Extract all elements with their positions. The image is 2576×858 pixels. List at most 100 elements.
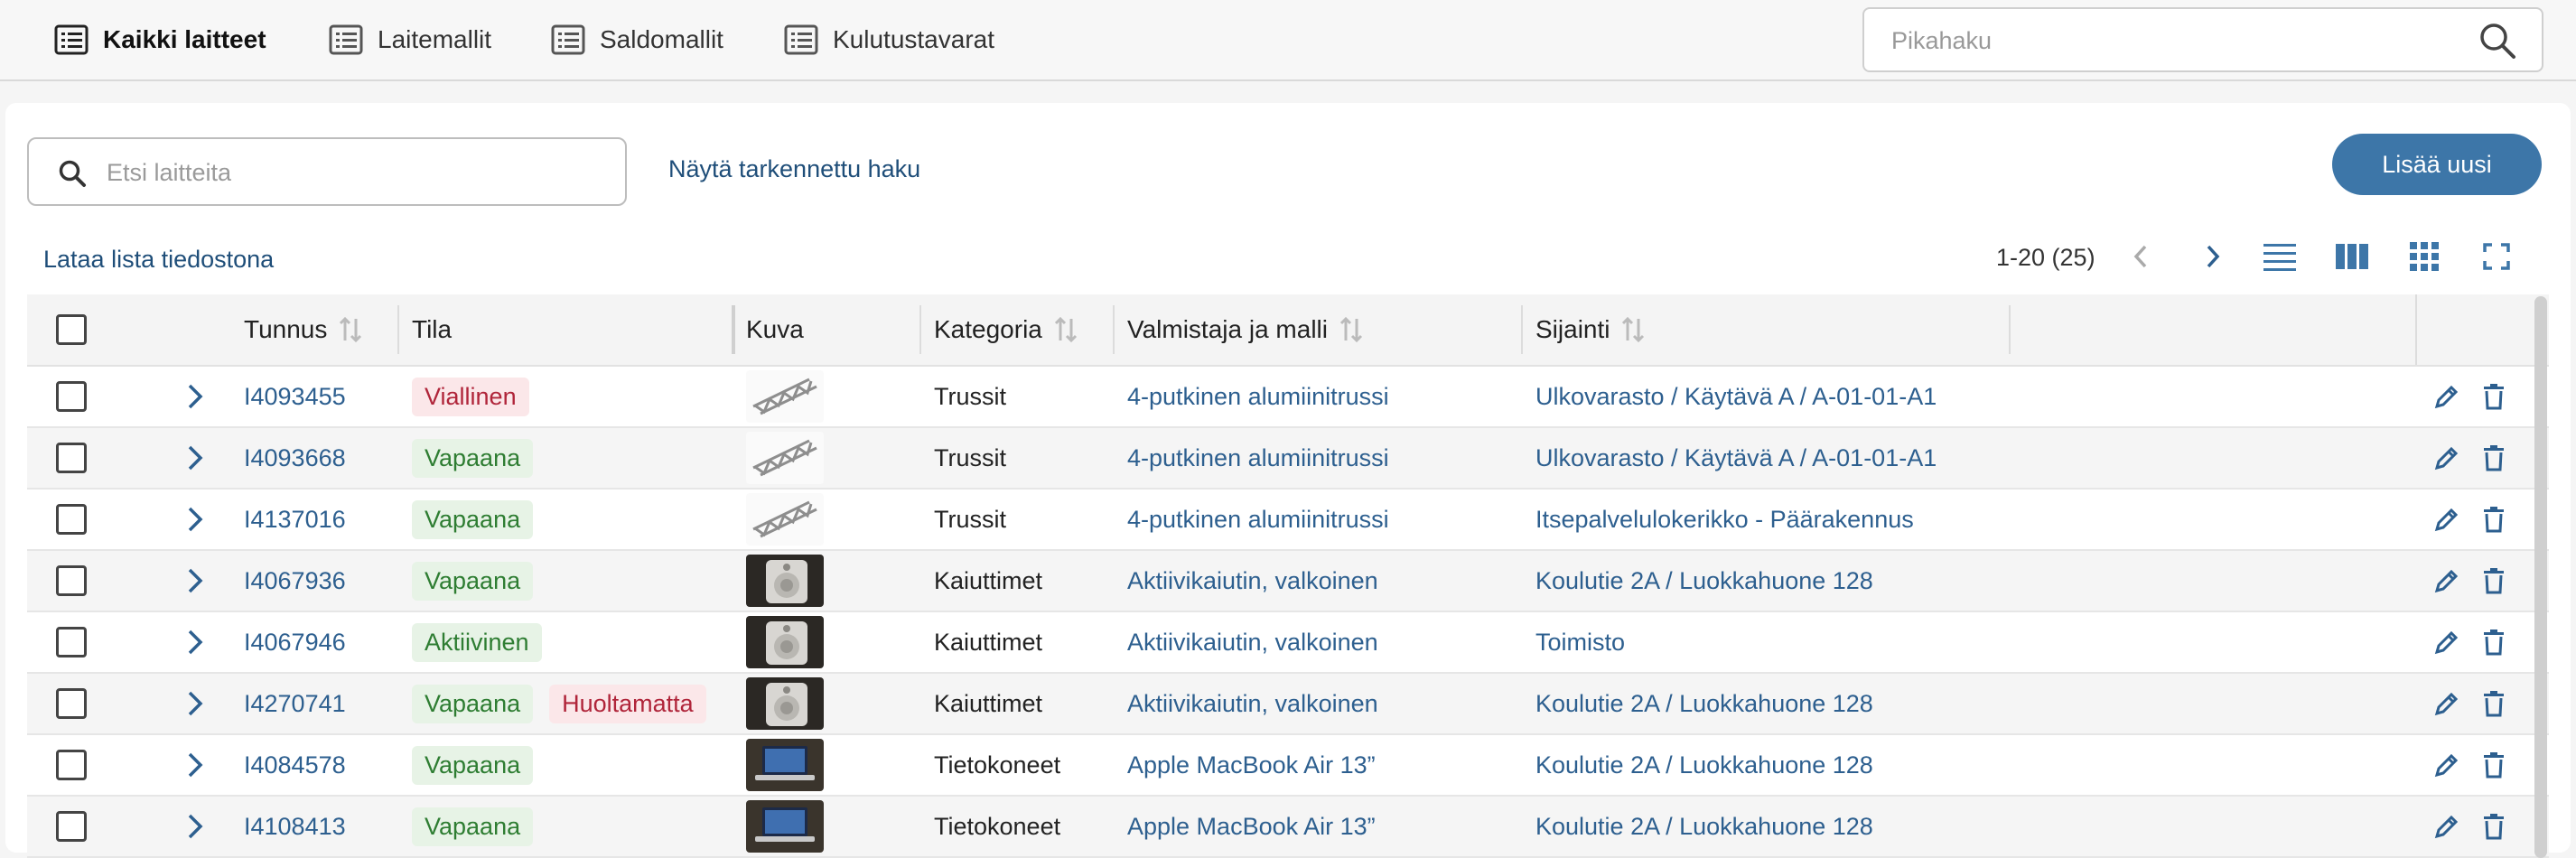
row-select-cell	[56, 428, 87, 488]
delete-button[interactable]	[2482, 428, 2506, 488]
model-link[interactable]: Apple MacBook Air 13”	[1127, 735, 1376, 795]
next-page-button[interactable]	[2195, 238, 2231, 275]
row-checkbox[interactable]	[56, 750, 87, 780]
select-all-checkbox[interactable]	[56, 314, 87, 345]
advanced-search-link[interactable]: Näytä tarkennettu haku	[668, 155, 920, 183]
location-link[interactable]: Itsepalvelulokerikko - Päärakennus	[1535, 490, 1914, 549]
model-link[interactable]: 4-putkinen alumiinitrussi	[1127, 490, 1389, 549]
sort-icon[interactable]	[1053, 315, 1078, 344]
quick-search-input[interactable]	[1890, 9, 2435, 72]
row-select-cell	[56, 367, 87, 426]
table-row[interactable]: I4067946 Aktiivinen Kaiuttimet Aktiivika…	[27, 612, 2549, 674]
prev-page-button[interactable]	[2123, 238, 2159, 275]
delete-button[interactable]	[2482, 551, 2506, 611]
grid-view-button[interactable]	[2406, 238, 2442, 275]
tab-all-devices[interactable]: Kaikki laitteet	[54, 0, 266, 79]
row-checkbox[interactable]	[56, 504, 87, 535]
edit-button[interactable]	[2433, 428, 2460, 488]
column-header-location[interactable]: Sijainti	[1535, 294, 1646, 365]
delete-button[interactable]	[2482, 797, 2506, 856]
column-header-category[interactable]: Kategoria	[934, 294, 1078, 365]
location-link[interactable]: Ulkovarasto / Käytävä A / A-01-01-A1	[1535, 428, 1937, 488]
location-link[interactable]: Ulkovarasto / Käytävä A / A-01-01-A1	[1535, 367, 1937, 426]
expand-row-button[interactable]	[186, 797, 204, 856]
device-id-link[interactable]: I4137016	[244, 490, 346, 549]
model-link[interactable]: 4-putkinen alumiinitrussi	[1127, 367, 1389, 426]
row-checkbox[interactable]	[56, 627, 87, 657]
column-view-button[interactable]	[2334, 238, 2370, 275]
table-row[interactable]: I4067936 Vapaana Kaiuttimet Aktiivikaiut…	[27, 551, 2549, 612]
location-link[interactable]: Koulutie 2A / Luokkahuone 128	[1535, 735, 1873, 795]
devices-table: Tunnus Tila Kuva Kategoria Valmistaja ja…	[27, 294, 2549, 858]
device-id-link[interactable]: I4108413	[244, 797, 346, 856]
model-link[interactable]: Apple MacBook Air 13”	[1127, 797, 1376, 856]
table-row[interactable]: I4137016 Vapaana Trussit 4-putkinen alum…	[27, 490, 2549, 551]
location-link[interactable]: Koulutie 2A / Luokkahuone 128	[1535, 674, 1873, 733]
location-link[interactable]: Koulutie 2A / Luokkahuone 128	[1535, 551, 1873, 611]
status-badge: Huoltamatta	[549, 684, 706, 723]
model-link[interactable]: Aktiivikaiutin, valkoinen	[1127, 551, 1378, 611]
column-header-model[interactable]: Valmistaja ja malli	[1127, 294, 1364, 365]
list-icon	[551, 24, 585, 55]
location-link[interactable]: Toimisto	[1535, 612, 1625, 672]
add-new-button[interactable]: Lisää uusi	[2332, 134, 2542, 195]
model-link[interactable]: Aktiivikaiutin, valkoinen	[1127, 674, 1378, 733]
search-icon[interactable]	[2478, 22, 2516, 60]
row-checkbox[interactable]	[56, 811, 87, 842]
delete-button[interactable]	[2482, 735, 2506, 795]
row-checkbox[interactable]	[56, 443, 87, 473]
expand-row-button[interactable]	[186, 490, 204, 549]
location-link[interactable]: Koulutie 2A / Luokkahuone 128	[1535, 797, 1873, 856]
download-list-link[interactable]: Lataa lista tiedostona	[43, 246, 274, 274]
device-id-link[interactable]: I4067936	[244, 551, 346, 611]
edit-button[interactable]	[2433, 674, 2460, 733]
table-scrollbar[interactable]	[2534, 296, 2547, 858]
expand-row-button[interactable]	[186, 428, 204, 488]
edit-button[interactable]	[2433, 797, 2460, 856]
edit-button[interactable]	[2433, 367, 2460, 426]
device-image-cell	[746, 367, 824, 426]
edit-button[interactable]	[2433, 551, 2460, 611]
device-id-link[interactable]: I4093455	[244, 367, 346, 426]
expand-row-button[interactable]	[186, 612, 204, 672]
tab-consumables[interactable]: Kulutustavarat	[784, 0, 994, 79]
device-thumbnail	[746, 677, 824, 730]
delete-button[interactable]	[2482, 367, 2506, 426]
table-row[interactable]: I4093668 Vapaana Trussit 4-putkinen alum…	[27, 428, 2549, 490]
column-header-id[interactable]: Tunnus	[244, 294, 363, 365]
tab-stock-models[interactable]: Saldomallit	[551, 0, 723, 79]
table-row[interactable]: I4093455 Viallinen Trussit 4-putkinen al…	[27, 367, 2549, 428]
device-id-link[interactable]: I4270741	[244, 674, 346, 733]
expand-row-button[interactable]	[186, 367, 204, 426]
table-row[interactable]: I4108413 Vapaana Tietokoneet Apple MacBo…	[27, 797, 2549, 858]
fullscreen-button[interactable]	[2478, 238, 2515, 275]
device-search-input[interactable]	[105, 139, 614, 206]
delete-button[interactable]	[2482, 674, 2506, 733]
sort-icon[interactable]	[338, 315, 363, 344]
device-id-link[interactable]: I4093668	[244, 428, 346, 488]
list-view-button[interactable]	[2262, 238, 2298, 275]
row-checkbox[interactable]	[56, 381, 87, 412]
device-id-link[interactable]: I4084578	[244, 735, 346, 795]
table-header: Tunnus Tila Kuva Kategoria Valmistaja ja…	[27, 294, 2549, 367]
delete-button[interactable]	[2482, 612, 2506, 672]
delete-button[interactable]	[2482, 490, 2506, 549]
device-image-cell	[746, 490, 824, 549]
device-id-link[interactable]: I4067946	[244, 612, 346, 672]
model-link[interactable]: Aktiivikaiutin, valkoinen	[1127, 612, 1378, 672]
sort-icon[interactable]	[1339, 315, 1364, 344]
row-checkbox[interactable]	[56, 565, 87, 596]
expand-row-button[interactable]	[186, 551, 204, 611]
expand-row-button[interactable]	[186, 735, 204, 795]
tab-device-models[interactable]: Laitemallit	[329, 0, 491, 79]
table-row[interactable]: I4084578 Vapaana Tietokoneet Apple MacBo…	[27, 735, 2549, 797]
model-link[interactable]: 4-putkinen alumiinitrussi	[1127, 428, 1389, 488]
category-text: Trussit	[934, 443, 1006, 471]
table-row[interactable]: I4270741 Vapaana Huoltamatta Kaiuttimet A…	[27, 674, 2549, 735]
edit-button[interactable]	[2433, 612, 2460, 672]
expand-row-button[interactable]	[186, 674, 204, 733]
sort-icon[interactable]	[1620, 315, 1646, 344]
edit-button[interactable]	[2433, 490, 2460, 549]
row-checkbox[interactable]	[56, 688, 87, 719]
edit-button[interactable]	[2433, 735, 2460, 795]
